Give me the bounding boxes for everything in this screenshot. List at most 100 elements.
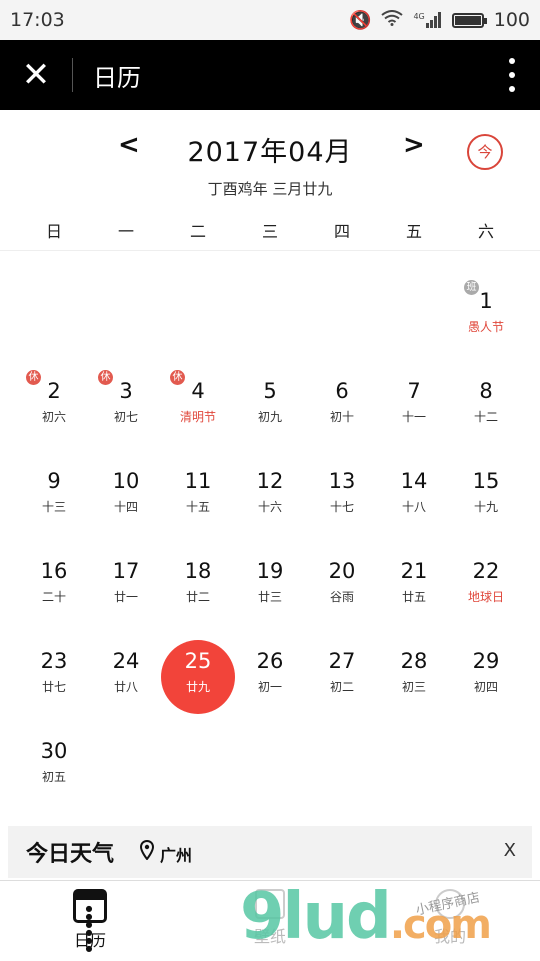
calendar-week-row: 班 1 愚人节 <box>18 250 522 340</box>
wifi-icon <box>381 9 404 31</box>
weekday-label: 六 <box>477 222 494 241</box>
lunar-day-label: 十六 <box>257 500 282 514</box>
festival-label: 清明节 <box>179 410 216 424</box>
more-dot-icon <box>509 72 515 78</box>
day-cell[interactable]: 23 廿七 <box>18 610 90 700</box>
weather-card[interactable]: 今日天气 广州 X <box>8 826 532 878</box>
day-cell[interactable]: 16 二十 <box>18 520 90 610</box>
lunar-day-label: 廿九 <box>185 680 210 694</box>
festival-label: 地球日 <box>467 590 504 604</box>
empty-cell <box>90 700 162 790</box>
day-number: 22 <box>472 559 500 583</box>
day-number: 18 <box>184 559 212 583</box>
day-number: 20 <box>328 559 356 583</box>
day-number: 29 <box>472 649 500 673</box>
lunar-day-label: 十四 <box>113 500 138 514</box>
empty-cell <box>234 250 306 340</box>
day-number: 30 <box>40 739 68 763</box>
calendar-week-row: 30 初五 <box>18 700 522 790</box>
day-cell[interactable]: 5 初九 <box>234 340 306 430</box>
day-number: 17 <box>112 559 140 583</box>
day-cell[interactable]: 14 十八 <box>378 430 450 520</box>
lunar-day-label: 初七 <box>113 410 138 424</box>
day-cell[interactable]: 15 十九 <box>450 430 522 520</box>
day-cell[interactable]: 休 3 初七 <box>90 340 162 430</box>
day-cell[interactable]: 24 廿八 <box>90 610 162 700</box>
day-cell[interactable]: 7 十一 <box>378 340 450 430</box>
today-button[interactable]: 今 <box>467 134 503 170</box>
day-cell[interactable]: 27 初二 <box>306 610 378 700</box>
empty-cell <box>378 250 450 340</box>
day-cell[interactable]: 10 十四 <box>90 430 162 520</box>
status-bar: 17:03 🔇 4G 100 <box>0 0 540 40</box>
day-cell[interactable]: 26 初一 <box>234 610 306 700</box>
day-cell[interactable]: 休 2 初六 <box>18 340 90 430</box>
calendar-icon: ● ● ● ● ● ● <box>73 889 107 953</box>
day-cell[interactable]: 18 廿二 <box>162 520 234 610</box>
day-cell[interactable]: 13 十七 <box>306 430 378 520</box>
lunar-day-label: 廿八 <box>113 680 138 694</box>
lunar-day-label: 初三 <box>401 680 426 694</box>
day-cell[interactable]: 8 十二 <box>450 340 522 430</box>
lunar-day-label: 初五 <box>41 770 66 784</box>
day-number: 14 <box>400 469 428 493</box>
lunar-day-label: 十一 <box>401 410 426 424</box>
day-number: 5 <box>263 379 277 403</box>
lunar-day-label: 初九 <box>257 410 282 424</box>
day-cell[interactable]: 6 初十 <box>306 340 378 430</box>
day-cell[interactable]: 9 十三 <box>18 430 90 520</box>
day-cell[interactable]: 班 1 愚人节 <box>450 250 522 340</box>
day-cell[interactable]: 28 初三 <box>378 610 450 700</box>
day-cell[interactable]: 11 十五 <box>162 430 234 520</box>
day-number: 8 <box>479 379 493 403</box>
more-menu-button[interactable] <box>508 58 516 92</box>
day-number: 11 <box>184 469 212 493</box>
day-cell[interactable]: 30 初五 <box>18 700 90 790</box>
month-title: 2017年04月 <box>187 137 353 168</box>
weekday-header: 日一二三四五六 <box>0 218 540 242</box>
empty-cell <box>306 700 378 790</box>
day-number: 12 <box>256 469 284 493</box>
day-cell[interactable]: 29 初四 <box>450 610 522 700</box>
lunar-day-label: 廿二 <box>185 590 210 604</box>
day-number: 10 <box>112 469 140 493</box>
battery-level: 100 <box>493 9 530 31</box>
more-dot-icon <box>509 86 515 92</box>
status-time: 17:03 <box>10 9 65 31</box>
lunar-day-label: 初一 <box>257 680 282 694</box>
empty-cell <box>378 700 450 790</box>
app-bar-divider <box>72 58 73 92</box>
app-bar: ✕ 日历 <box>0 40 540 110</box>
lunar-day-label: 廿一 <box>113 590 138 604</box>
lunar-day-label: 十五 <box>185 500 210 514</box>
day-cell[interactable]: 休 4 清明节 <box>162 340 234 430</box>
close-button[interactable]: ✕ <box>0 40 72 110</box>
day-number: 25 <box>184 649 212 673</box>
day-cell[interactable]: 19 廿三 <box>234 520 306 610</box>
watermark-main: 9lud <box>240 880 392 954</box>
location-pin-icon <box>140 840 154 860</box>
day-cell[interactable]: 21 廿五 <box>378 520 450 610</box>
day-cell[interactable]: 20 谷雨 <box>306 520 378 610</box>
calendar-week-row: 9 十三 10 十四 11 十五 12 十六 13 十七 14 十八 15 十九 <box>18 430 522 520</box>
mute-icon: 🔇 <box>349 9 372 31</box>
empty-cell <box>234 700 306 790</box>
next-month-button[interactable]: > <box>403 130 425 160</box>
day-cell[interactable]: 12 十六 <box>234 430 306 520</box>
day-cell[interactable]: 22 地球日 <box>450 520 522 610</box>
lunar-day-label: 初二 <box>329 680 354 694</box>
calendar-grid: 班 1 愚人节休 2 初六休 3 初七休 4 清明节 5 初九 6 初十 7 十一 8 十二 9 十三 10 十四 11 十… <box>18 250 522 790</box>
calendar-week-row: 休 2 初六休 3 初七休 4 清明节 5 初九 6 初十 7 十一 8 十二 <box>18 340 522 430</box>
lunar-day-label: 谷雨 <box>329 590 354 604</box>
selected-day-cell[interactable]: 25 廿九 <box>161 610 235 714</box>
lunar-day-label: 十三 <box>41 500 66 514</box>
day-number: 6 <box>335 379 349 403</box>
tab-calendar[interactable]: ● ● ● ● ● ● 日历 <box>40 889 140 953</box>
empty-cell <box>306 250 378 340</box>
status-icons: 🔇 4G 100 <box>349 9 530 31</box>
weather-city[interactable]: 广州 <box>160 842 192 866</box>
day-number: 21 <box>400 559 428 583</box>
lunar-day-label: 十七 <box>329 500 354 514</box>
day-cell[interactable]: 17 廿一 <box>90 520 162 610</box>
weather-close-button[interactable]: X <box>504 840 516 861</box>
